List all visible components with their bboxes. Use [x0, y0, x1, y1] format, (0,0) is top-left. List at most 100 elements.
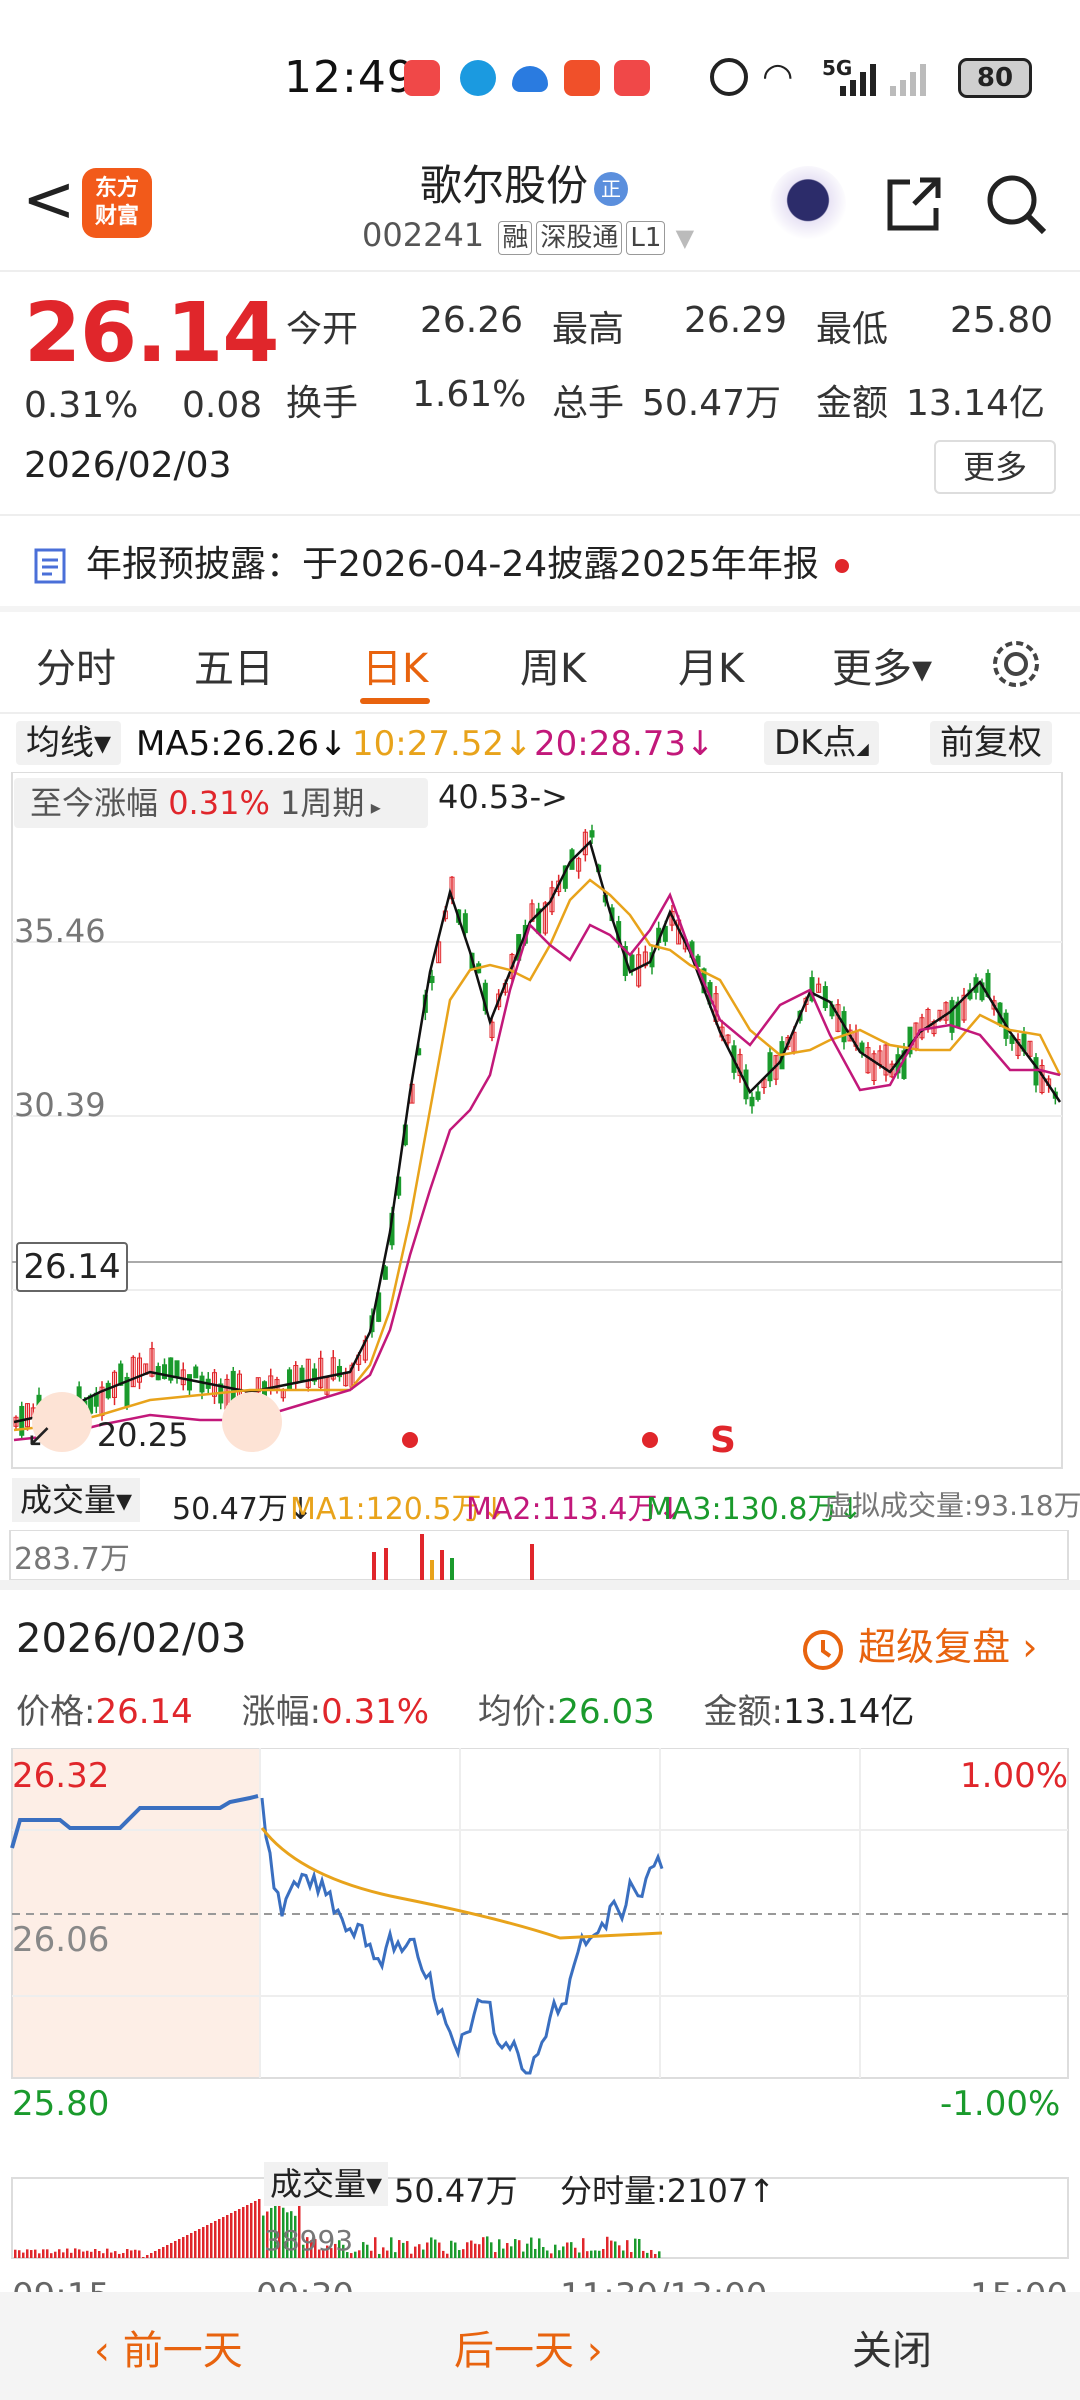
- minute-volume: 分时量:2107↑: [560, 2172, 776, 2210]
- volume-bar: [370, 2250, 373, 2258]
- volume-bar: [450, 2240, 453, 2258]
- stock-code: 002241: [362, 216, 485, 254]
- intraday-detail-panel: 2026/02/03 超级复盘 › 价格:26.14 涨幅:0.31% 均价:2…: [0, 1580, 1080, 2400]
- ma10-value: 10:27.52↓: [352, 724, 533, 764]
- name-badge: 正: [594, 171, 629, 206]
- volume-bar: [410, 2253, 413, 2258]
- volume-bar: [474, 2243, 477, 2258]
- dk-point-button[interactable]: DK点◢: [764, 721, 879, 765]
- volume-bar: [190, 2233, 193, 2258]
- replay-label: 超级复盘: [858, 1625, 1011, 1669]
- intraday-y-bottom: 25.80: [12, 2084, 110, 2124]
- volume-bar: [250, 2203, 253, 2258]
- volume-bar: [582, 2238, 585, 2258]
- volume-bar: [18, 2250, 21, 2258]
- app-logo[interactable]: 东方 财富: [82, 168, 152, 238]
- more-quote-button[interactable]: 更多: [934, 440, 1056, 494]
- volume-bar: [86, 2250, 89, 2258]
- volume-bar: [238, 2209, 241, 2258]
- volume-bar: [258, 2199, 261, 2258]
- share-icon[interactable]: [880, 172, 946, 238]
- price-adjust-button[interactable]: 前复权: [930, 721, 1052, 765]
- volume-bar: [138, 2250, 141, 2258]
- volume-bar: [554, 2244, 557, 2258]
- turnover-value: 1.61%: [412, 374, 527, 415]
- tab-more[interactable]: 更多▾: [832, 636, 932, 694]
- intraday-pct-bottom: -1.00%: [940, 2084, 1061, 2124]
- volume-bar: [54, 2251, 57, 2258]
- volume-bar: [534, 2248, 537, 2258]
- volume-bar: [434, 2239, 437, 2258]
- volume-bar: [194, 2231, 197, 2258]
- volume-bar: [46, 2249, 49, 2258]
- super-replay-button[interactable]: 超级复盘 ›: [800, 1616, 1037, 1673]
- status-bar: 12:49 ◠ 5G 80: [0, 0, 1080, 150]
- history-icon: [803, 1629, 843, 1670]
- intraday-volume-selector[interactable]: 成交量▾: [264, 2162, 389, 2206]
- volume-bar: [414, 2246, 417, 2258]
- chevron-right-icon: ▸: [364, 795, 381, 819]
- volume-bar: [354, 2251, 357, 2258]
- annual-report-notice[interactable]: 年报预披露：于2026-04-24披露2025年年报: [30, 535, 849, 587]
- volume-bar: [202, 2227, 205, 2258]
- candle: [299, 1367, 305, 1381]
- back-button[interactable]: <: [22, 168, 76, 232]
- volume-bar: [610, 2240, 613, 2258]
- kline-chart[interactable]: [0, 772, 1080, 1472]
- tab-intraday[interactable]: 分时: [36, 636, 116, 694]
- quote-date: 2026/02/03: [24, 445, 232, 486]
- candle: [949, 1000, 955, 1033]
- unread-dot-icon: [834, 559, 849, 573]
- prev-day-button[interactable]: ‹ 前一天: [94, 2318, 243, 2376]
- gear-icon[interactable]: [988, 636, 1044, 692]
- buy-signal-dot: [402, 1432, 418, 1448]
- volume-bar: [442, 2250, 445, 2258]
- alarm-icon: [710, 58, 748, 96]
- tab-monthly-k[interactable]: 月K: [678, 636, 744, 694]
- volume-bar: [430, 2237, 433, 2258]
- stock-code-row[interactable]: 002241 融深股通 L1 ▼: [362, 216, 694, 255]
- volume-bar: [42, 2249, 45, 2258]
- volume-bar: [62, 2252, 65, 2258]
- volume-bar: [78, 2249, 81, 2258]
- assistant-avatar[interactable]: [770, 166, 846, 242]
- next-day-button[interactable]: 后一天 ›: [454, 2318, 603, 2376]
- period-pct: 0.31%: [168, 784, 270, 822]
- cloud-icon: [512, 66, 548, 92]
- volume-bar: [402, 2242, 405, 2258]
- current-price: 26.14: [24, 286, 279, 381]
- candle: [193, 1366, 199, 1379]
- volume-bar: [142, 2257, 145, 2258]
- price-label: 价格:: [16, 1692, 96, 1732]
- tag-connect: 深股通: [536, 221, 623, 255]
- tab-five-day[interactable]: 五日: [194, 636, 274, 694]
- open-value: 26.26: [420, 300, 524, 341]
- volume-bar: [630, 2252, 633, 2258]
- ma-legend: MA5:26.26↓ 10:27.52↓ 20:28.73↓: [0, 718, 1080, 768]
- stock-name-title[interactable]: 歌尔股份正: [420, 152, 629, 213]
- volume-bar: [58, 2249, 61, 2258]
- logo-text: 东方: [94, 176, 139, 201]
- volume-bar: [358, 2250, 361, 2258]
- tab-daily-k[interactable]: 日K: [362, 636, 428, 694]
- period-change-box[interactable]: 至今涨幅 0.31% 1周期 ▸: [14, 778, 428, 828]
- tag-level: L1: [626, 221, 666, 255]
- close-button[interactable]: 关闭: [852, 2318, 932, 2376]
- candle: [174, 1360, 180, 1379]
- search-icon[interactable]: [984, 172, 1050, 238]
- divider: [0, 270, 1080, 272]
- intraday-chart[interactable]: [0, 1748, 1080, 2268]
- current-price-tag: 26.14: [16, 1242, 128, 1292]
- avg-value: 26.03: [557, 1692, 655, 1732]
- candle: [187, 1374, 192, 1391]
- pct-value: 0.31%: [321, 1692, 430, 1732]
- volume-bar: [614, 2241, 617, 2258]
- candle: [1033, 1057, 1039, 1086]
- volume-bar: [514, 2239, 517, 2258]
- volume-selector[interactable]: 成交量▾: [12, 1478, 141, 1522]
- tab-weekly-k[interactable]: 周K: [520, 636, 586, 694]
- volume-bar: [30, 2250, 33, 2258]
- tag-margin: 融: [498, 221, 533, 255]
- intraday-volume-peak: 38993: [264, 2224, 354, 2257]
- volume-bar: [14, 2249, 17, 2258]
